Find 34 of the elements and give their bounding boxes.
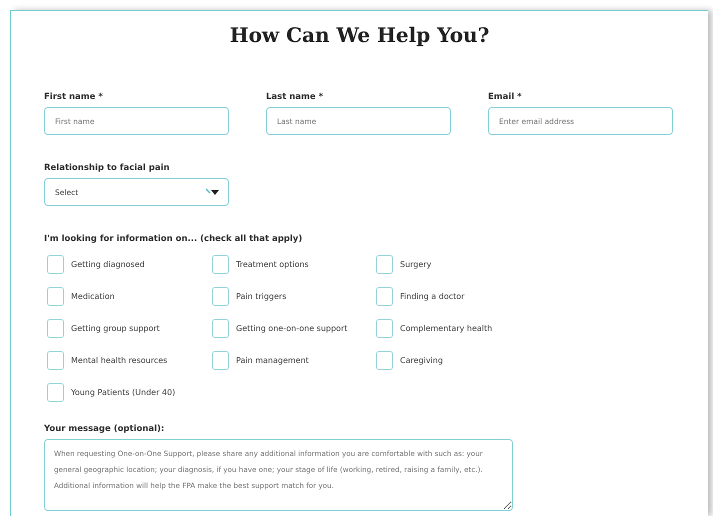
caret-icon <box>206 188 220 196</box>
checkbox-label: Getting one-on-one support <box>236 324 348 332</box>
checkbox[interactable] <box>212 350 229 370</box>
checkbox[interactable] <box>212 286 229 306</box>
checkbox-label: Finding a doctor <box>400 292 464 300</box>
field-label: Relationship to facial pain <box>44 163 171 175</box>
checkbox-label: Pain management <box>236 356 309 364</box>
checkbox-label: Surgery <box>400 260 432 268</box>
checkbox-label: Complementary health <box>400 324 492 332</box>
checkbox-label: Mental health resources <box>71 356 168 364</box>
checkbox[interactable] <box>376 286 393 306</box>
checkbox-label: Young Patients (Under 40) <box>71 388 176 396</box>
field-label: Your message (optional): <box>44 424 166 436</box>
checkbox[interactable] <box>47 286 64 306</box>
checkbox-label: Pain triggers <box>236 292 286 300</box>
field-label: First name * <box>44 92 104 104</box>
checkbox[interactable] <box>47 318 64 338</box>
checkbox-label: Getting group support <box>71 324 160 332</box>
checkbox-label: Treatment options <box>236 260 309 268</box>
checkbox[interactable] <box>212 318 229 338</box>
checkbox[interactable] <box>376 254 393 274</box>
checkbox-label: Getting diagnosed <box>71 260 145 268</box>
checkbox[interactable] <box>47 382 64 402</box>
checkbox[interactable] <box>376 350 393 370</box>
checkbox-label: Medication <box>71 292 115 300</box>
field-label: Email * <box>488 92 523 104</box>
checkbox[interactable] <box>47 254 64 274</box>
checkbox[interactable] <box>212 254 229 274</box>
checkbox[interactable] <box>376 318 393 338</box>
checkbox-label: Caregiving <box>400 356 443 364</box>
field-label: Last name * <box>266 92 324 104</box>
group-label: I'm looking for information on... (check all that apply) <box>44 234 304 246</box>
checkbox[interactable] <box>47 350 64 370</box>
form-title: How Can We Help You? <box>228 23 490 49</box>
